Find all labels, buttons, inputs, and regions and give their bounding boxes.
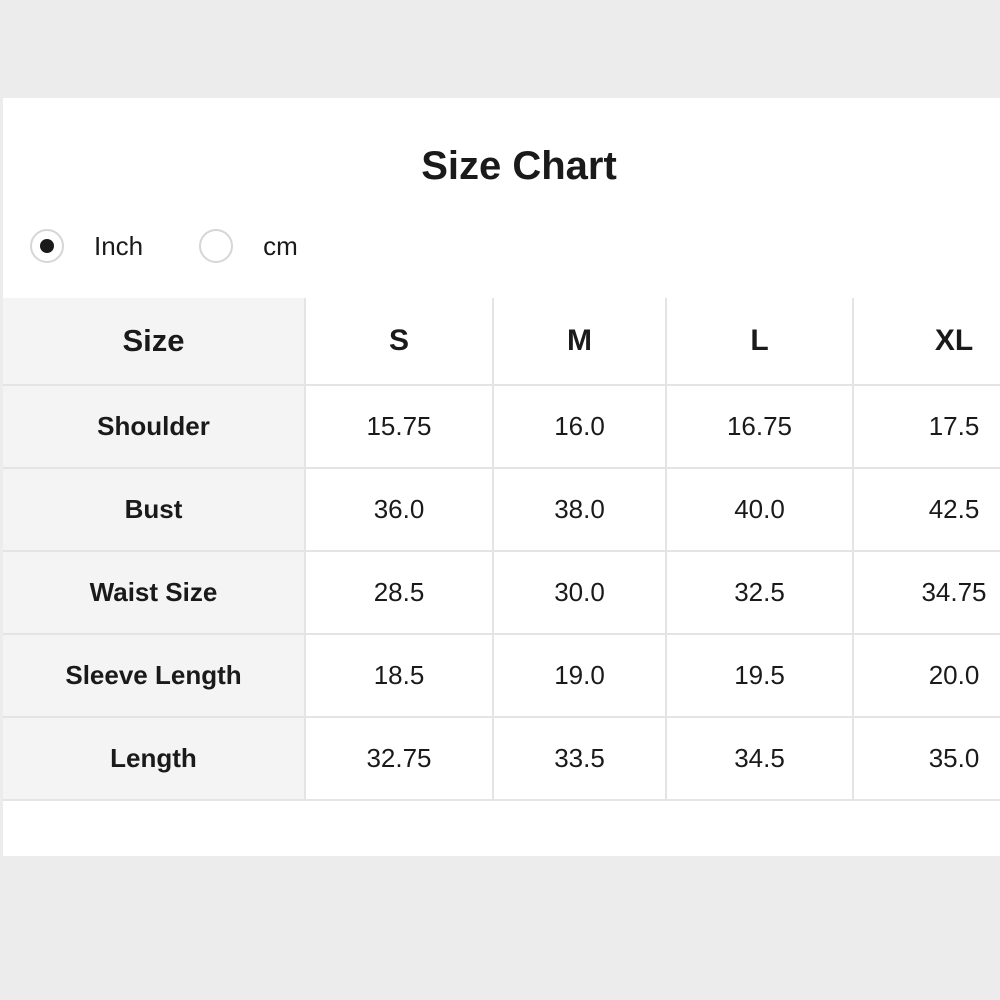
- table-row: Length 32.75 33.5 34.5 35.0: [3, 716, 1000, 801]
- page-title: Size Chart: [421, 144, 617, 188]
- unit-label-inch: Inch: [94, 230, 144, 261]
- row-label-waist-size: Waist Size: [3, 550, 306, 635]
- row-label-length: Length: [3, 716, 306, 801]
- table-cell: 35.0: [852, 716, 1000, 801]
- table-cell: 32.75: [304, 716, 494, 801]
- table-cell: 20.0: [852, 633, 1000, 718]
- unit-label-cm: cm: [263, 230, 298, 261]
- size-header-xl: XL: [852, 298, 1000, 386]
- size-table: Size S M L XL Shoulder 15.75 16.0 16.75 …: [3, 298, 1000, 801]
- size-header-l: L: [665, 298, 854, 386]
- table-cell: 17.5: [852, 385, 1000, 469]
- table-cell: 16.0: [492, 385, 667, 469]
- table-cell: 30.0: [492, 550, 667, 635]
- table-cell: 28.5: [304, 550, 494, 635]
- table-row: Waist Size 28.5 30.0 32.5 34.75: [3, 550, 1000, 635]
- table-cell: 40.0: [665, 467, 854, 552]
- table-cell: 34.5: [665, 716, 854, 801]
- table-row: Shoulder 15.75 16.0 16.75 17.5: [3, 385, 1000, 469]
- table-cell: 19.5: [665, 633, 854, 718]
- table-row: Bust 36.0 38.0 40.0 42.5: [3, 467, 1000, 552]
- table-cell: 38.0: [492, 467, 667, 552]
- unit-option-cm[interactable]: cm: [199, 229, 298, 263]
- table-cell: 19.0: [492, 633, 667, 718]
- table-cell: 32.5: [665, 550, 854, 635]
- table-cell: 36.0: [304, 467, 494, 552]
- row-label-shoulder: Shoulder: [3, 385, 306, 469]
- unit-option-inch[interactable]: Inch: [30, 229, 143, 263]
- size-chart-panel: Size Chart Inch cm Size S M L XL Shoulde…: [3, 98, 1000, 856]
- row-label-sleeve-length: Sleeve Length: [3, 633, 306, 718]
- table-header-row: Size S M L XL: [3, 298, 1000, 386]
- size-header-m: M: [492, 298, 667, 386]
- table-cell: 33.5: [492, 716, 667, 801]
- radio-selected-icon[interactable]: [30, 229, 64, 263]
- table-cell: 16.75: [665, 385, 854, 469]
- table-cell: 15.75: [304, 385, 494, 469]
- table-cell: 34.75: [852, 550, 1000, 635]
- unit-toggle: Inch cm: [30, 226, 298, 266]
- size-column-header: Size: [3, 298, 306, 386]
- size-header-s: S: [304, 298, 494, 386]
- table-cell: 18.5: [304, 633, 494, 718]
- table-row: Sleeve Length 18.5 19.0 19.5 20.0: [3, 633, 1000, 718]
- radio-unselected-icon[interactable]: [199, 229, 234, 263]
- row-label-bust: Bust: [3, 467, 306, 552]
- table-cell: 42.5: [852, 467, 1000, 552]
